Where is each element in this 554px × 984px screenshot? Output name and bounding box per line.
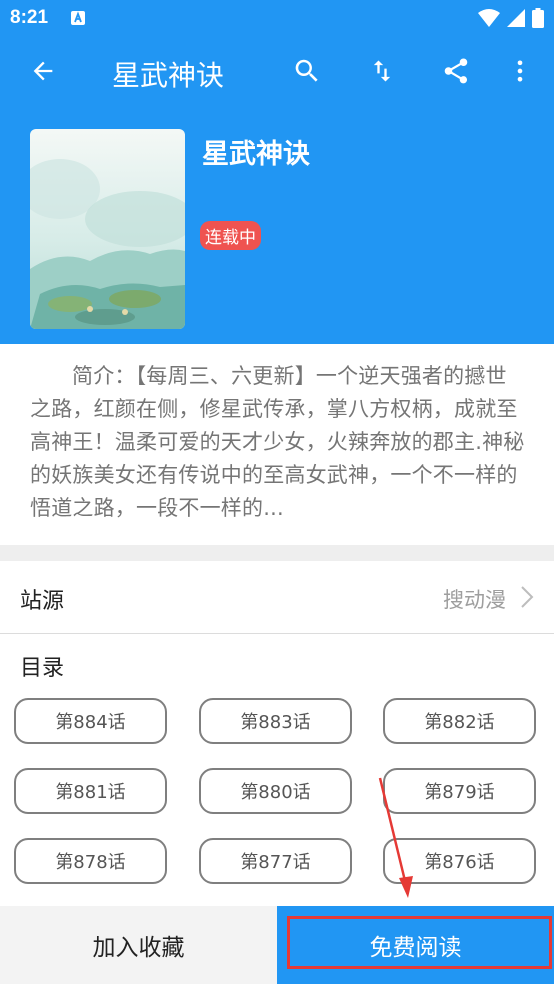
book-intro[interactable]: 简介：【每周三、六更新】一个逆天强者的撼世之路，红颜在侧，修星武传承，掌八方权柄… bbox=[30, 360, 525, 525]
chapter-button[interactable]: 第884话 bbox=[14, 698, 167, 744]
app-bar: 星武神诀 bbox=[0, 36, 554, 106]
signal-icon bbox=[507, 9, 525, 27]
chevron-right-icon bbox=[521, 586, 534, 608]
page-title: 星武神诀 bbox=[112, 59, 225, 92]
chapter-button[interactable]: 第879话 bbox=[383, 768, 536, 814]
chapter-button[interactable]: 第878话 bbox=[14, 838, 167, 884]
section-divider bbox=[0, 545, 554, 561]
status-time: 8:21 bbox=[10, 7, 49, 28]
battery-icon bbox=[532, 8, 544, 28]
status-bar: 8:21 bbox=[0, 0, 554, 36]
back-arrow-icon bbox=[33, 61, 53, 81]
free-read-button[interactable]: 免费阅读 bbox=[277, 906, 554, 984]
book-header: 星武神诀 连载中 bbox=[0, 106, 554, 344]
share-button[interactable] bbox=[432, 47, 480, 95]
more-button[interactable] bbox=[496, 47, 544, 95]
search-button[interactable] bbox=[283, 47, 331, 95]
add-to-favorites-button[interactable]: 加入收藏 bbox=[0, 906, 277, 984]
notification-a-icon bbox=[71, 11, 85, 25]
status-badge: 连载中 bbox=[200, 221, 261, 250]
back-button[interactable] bbox=[19, 47, 67, 95]
cover-illustration bbox=[30, 129, 185, 329]
chapter-button[interactable]: 第882话 bbox=[383, 698, 536, 744]
source-label: 站源 bbox=[20, 589, 65, 614]
sort-button[interactable] bbox=[358, 47, 406, 95]
share-icon bbox=[444, 58, 468, 84]
swap-vertical-icon bbox=[373, 60, 391, 82]
chapter-button[interactable]: 第877话 bbox=[199, 838, 352, 884]
status-icons bbox=[478, 8, 544, 28]
source-row[interactable]: 站源 搜动漫 bbox=[0, 561, 554, 634]
chapter-button[interactable]: 第883话 bbox=[199, 698, 352, 744]
bottom-action-bar: 加入收藏 免费阅读 bbox=[0, 906, 554, 984]
book-cover[interactable] bbox=[30, 129, 185, 329]
chapter-button[interactable]: 第876话 bbox=[383, 838, 536, 884]
catalog-label: 目录 bbox=[20, 656, 65, 681]
chapter-button[interactable]: 第881话 bbox=[14, 768, 167, 814]
source-value: 搜动漫 bbox=[443, 588, 506, 612]
chapter-button[interactable]: 第880话 bbox=[199, 768, 352, 814]
book-title: 星武神诀 bbox=[202, 139, 310, 170]
search-icon bbox=[295, 59, 318, 82]
wifi-icon bbox=[478, 9, 500, 27]
more-vertical-icon bbox=[517, 60, 523, 82]
